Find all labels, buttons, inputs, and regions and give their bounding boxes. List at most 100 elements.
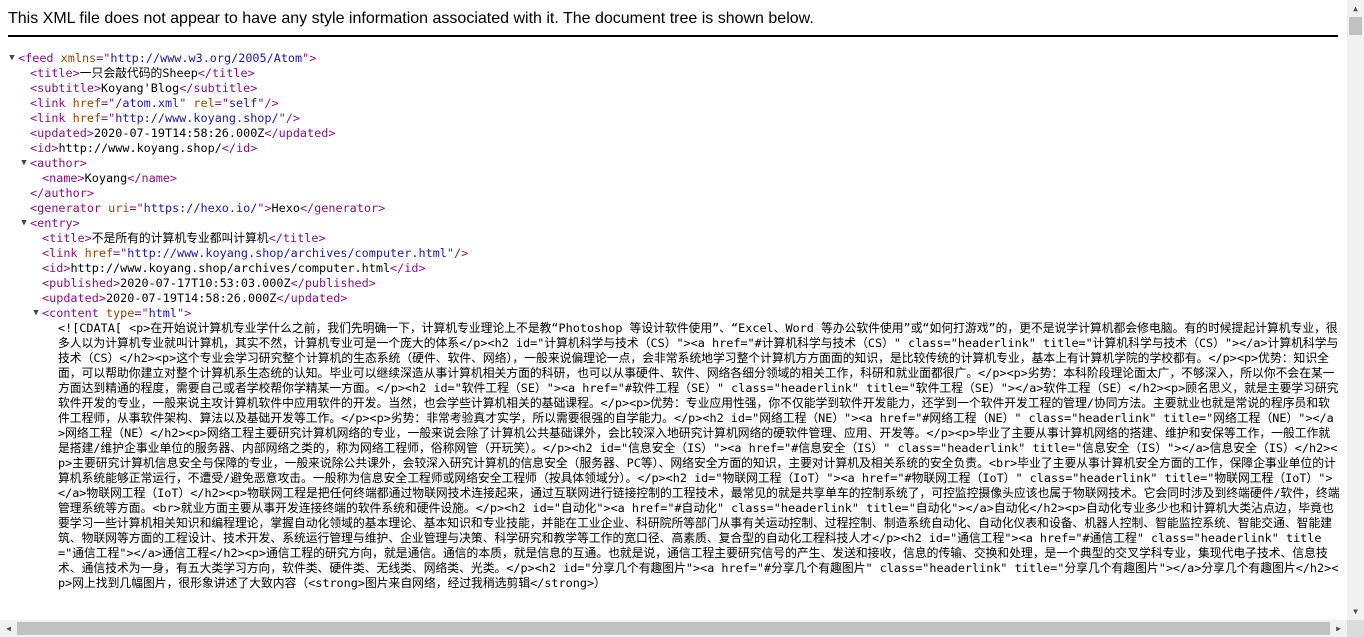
xml-line: <link href="http://www.koyang.shop/"/> <box>0 111 1346 126</box>
xml-tag-name: updated <box>278 126 329 140</box>
xml-bracket: =" <box>214 96 229 110</box>
xml-attribute-value: https://hexo.io/ <box>143 201 258 215</box>
xml-bracket: > <box>86 186 94 200</box>
xml-bracket: =" <box>101 96 116 110</box>
xml-text-node: 2020-07-19T14:58:26.000Z <box>105 291 277 305</box>
xml-bracket: </ <box>197 66 213 80</box>
xml-bracket: </ <box>299 201 315 215</box>
xml-bracket: "/> <box>446 246 469 260</box>
xml-attribute-value: /atom.xml <box>115 96 180 110</box>
collapse-toggle-icon[interactable]: ▼ <box>30 306 42 321</box>
xml-line: <subtitle>Koyang'Blog</subtitle> <box>0 81 1346 96</box>
xml-tag-name: updated <box>37 126 87 140</box>
xml-attribute-name: xmlns <box>53 51 97 65</box>
horizontal-scroll-thumb[interactable] <box>17 622 1330 635</box>
vertical-scrollbar[interactable]: ▲ ▼ <box>1347 0 1364 620</box>
xml-attribute-value: self <box>228 96 258 110</box>
xml-tag-name: content <box>49 306 99 320</box>
xml-document-tree: ▼ <feed xmlns="http://www.w3.org/2005/Ato… <box>0 51 1346 619</box>
xml-line: ▼ <author> <box>0 156 1346 171</box>
xml-tag-name: title <box>212 66 248 80</box>
xml-tag-name: author <box>44 186 87 200</box>
xml-bracket: </ <box>268 231 283 245</box>
xml-bracket: > <box>318 231 326 245</box>
xml-bracket: > <box>340 291 348 305</box>
xml-line: <id>http://www.koyang.shop/</id> <box>0 141 1346 156</box>
xml-bracket: > <box>93 81 102 95</box>
xml-tag-name: link <box>37 96 66 110</box>
xml-line: <published>2020-07-17T10:53:03.000Z</pub… <box>0 276 1346 291</box>
xml-bracket: "> <box>302 51 317 65</box>
xml-tag-name: subtitle <box>37 81 94 95</box>
xml-text-node: 2020-07-17T10:53:03.000Z <box>120 276 291 290</box>
scroll-up-arrow-icon[interactable]: ▲ <box>1347 0 1364 17</box>
xml-bracket: > <box>328 126 336 140</box>
xml-tag-name: author <box>37 156 80 170</box>
xml-tag-name: entry <box>37 216 73 230</box>
xml-line: ▼ <entry> <box>0 216 1346 231</box>
collapse-toggle-icon[interactable]: ▼ <box>6 51 18 66</box>
xml-bracket: > <box>169 171 178 185</box>
collapse-toggle-icon[interactable]: ▼ <box>18 156 30 171</box>
xml-text-node: Hexo <box>271 201 300 215</box>
xml-tag-name: title <box>37 66 73 80</box>
xml-text-node: http://www.koyang.shop/ <box>58 141 222 155</box>
xml-text-node: http://www.koyang.shop/archives/computer… <box>70 261 391 275</box>
xml-text-node: Koyang'Blog <box>101 81 180 95</box>
xml-bracket: =" <box>101 111 116 125</box>
xml-attribute-name: uri <box>101 201 130 215</box>
xml-tag-name: published <box>304 276 369 290</box>
xml-tag-name: updated <box>49 291 99 305</box>
xml-attribute-value: http://www.w3.org/2005/Atom <box>110 51 303 65</box>
xml-tag-name: title <box>282 231 319 245</box>
xml-bracket: </ <box>276 291 291 305</box>
xml-bracket: > <box>86 126 94 140</box>
xml-attribute-value: html <box>148 306 177 320</box>
xml-bracket: > <box>250 81 258 95</box>
xml-bracket: > <box>250 141 258 155</box>
xml-bracket: "> <box>257 201 272 215</box>
xml-attribute-name: href <box>65 111 102 125</box>
xml-bracket: </ <box>30 186 45 200</box>
scroll-right-arrow-icon[interactable]: ▶ <box>1330 620 1347 637</box>
xml-bracket: </ <box>390 261 405 275</box>
xml-tag-name: name <box>49 171 78 185</box>
xml-tag-name: subtitle <box>193 81 251 95</box>
vertical-scroll-thumb[interactable] <box>1349 17 1362 35</box>
xml-attribute-name: type <box>98 306 135 320</box>
xml-bracket: > <box>378 201 386 215</box>
scroll-down-arrow-icon[interactable]: ▼ <box>1347 603 1364 620</box>
xml-bracket: "/> <box>257 96 279 110</box>
xml-bracket: > <box>418 261 426 275</box>
xml-bracket: =" <box>96 51 111 65</box>
xml-tag-name: published <box>49 276 114 290</box>
xml-bracket: </ <box>127 171 142 185</box>
collapse-toggle-icon[interactable]: ▼ <box>18 216 30 231</box>
xml-tree-lines: ▼ <feed xmlns="http://www.w3.org/2005/Ato… <box>0 51 1346 321</box>
horizontal-scrollbar[interactable]: ◀ ▶ <box>0 620 1347 637</box>
xml-style-notice: This XML file does not appear to have an… <box>0 0 1346 38</box>
scroll-left-arrow-icon[interactable]: ◀ <box>0 620 17 637</box>
xml-tag-name: updated <box>290 291 341 305</box>
xml-text-node: 不是所有的计算机专业都叫计算机 <box>91 231 269 245</box>
xml-attribute-name: href <box>65 96 102 110</box>
xml-bracket: =" <box>134 306 149 320</box>
xml-bracket: > <box>79 156 87 170</box>
xml-tag-name: feed <box>25 51 54 65</box>
xml-line: <title>不是所有的计算机专业都叫计算机</title> <box>0 231 1346 246</box>
xml-tag-name: id <box>404 261 419 275</box>
xml-bracket: </ <box>264 126 279 140</box>
xml-text-node: Koyang <box>84 171 128 185</box>
xml-text-node: 2020-07-19T14:58:26.000Z <box>93 126 265 140</box>
xml-text-node: 一只会敲代码的Sheep <box>79 66 198 80</box>
xml-tag-name: id <box>49 261 64 275</box>
xml-bracket: > <box>98 291 106 305</box>
xml-line: </author> <box>0 186 1346 201</box>
scrollbar-corner <box>1347 620 1364 637</box>
xml-line: <updated>2020-07-19T14:58:26.000Z</updat… <box>0 291 1346 306</box>
xml-bracket: </ <box>290 276 305 290</box>
xml-line: <updated>2020-07-19T14:58:26.000Z</updat… <box>0 126 1346 141</box>
xml-tag-name: title <box>49 231 85 245</box>
xml-line: <link href="http://www.koyang.shop/archi… <box>0 246 1346 261</box>
xml-bracket: > <box>368 276 376 290</box>
